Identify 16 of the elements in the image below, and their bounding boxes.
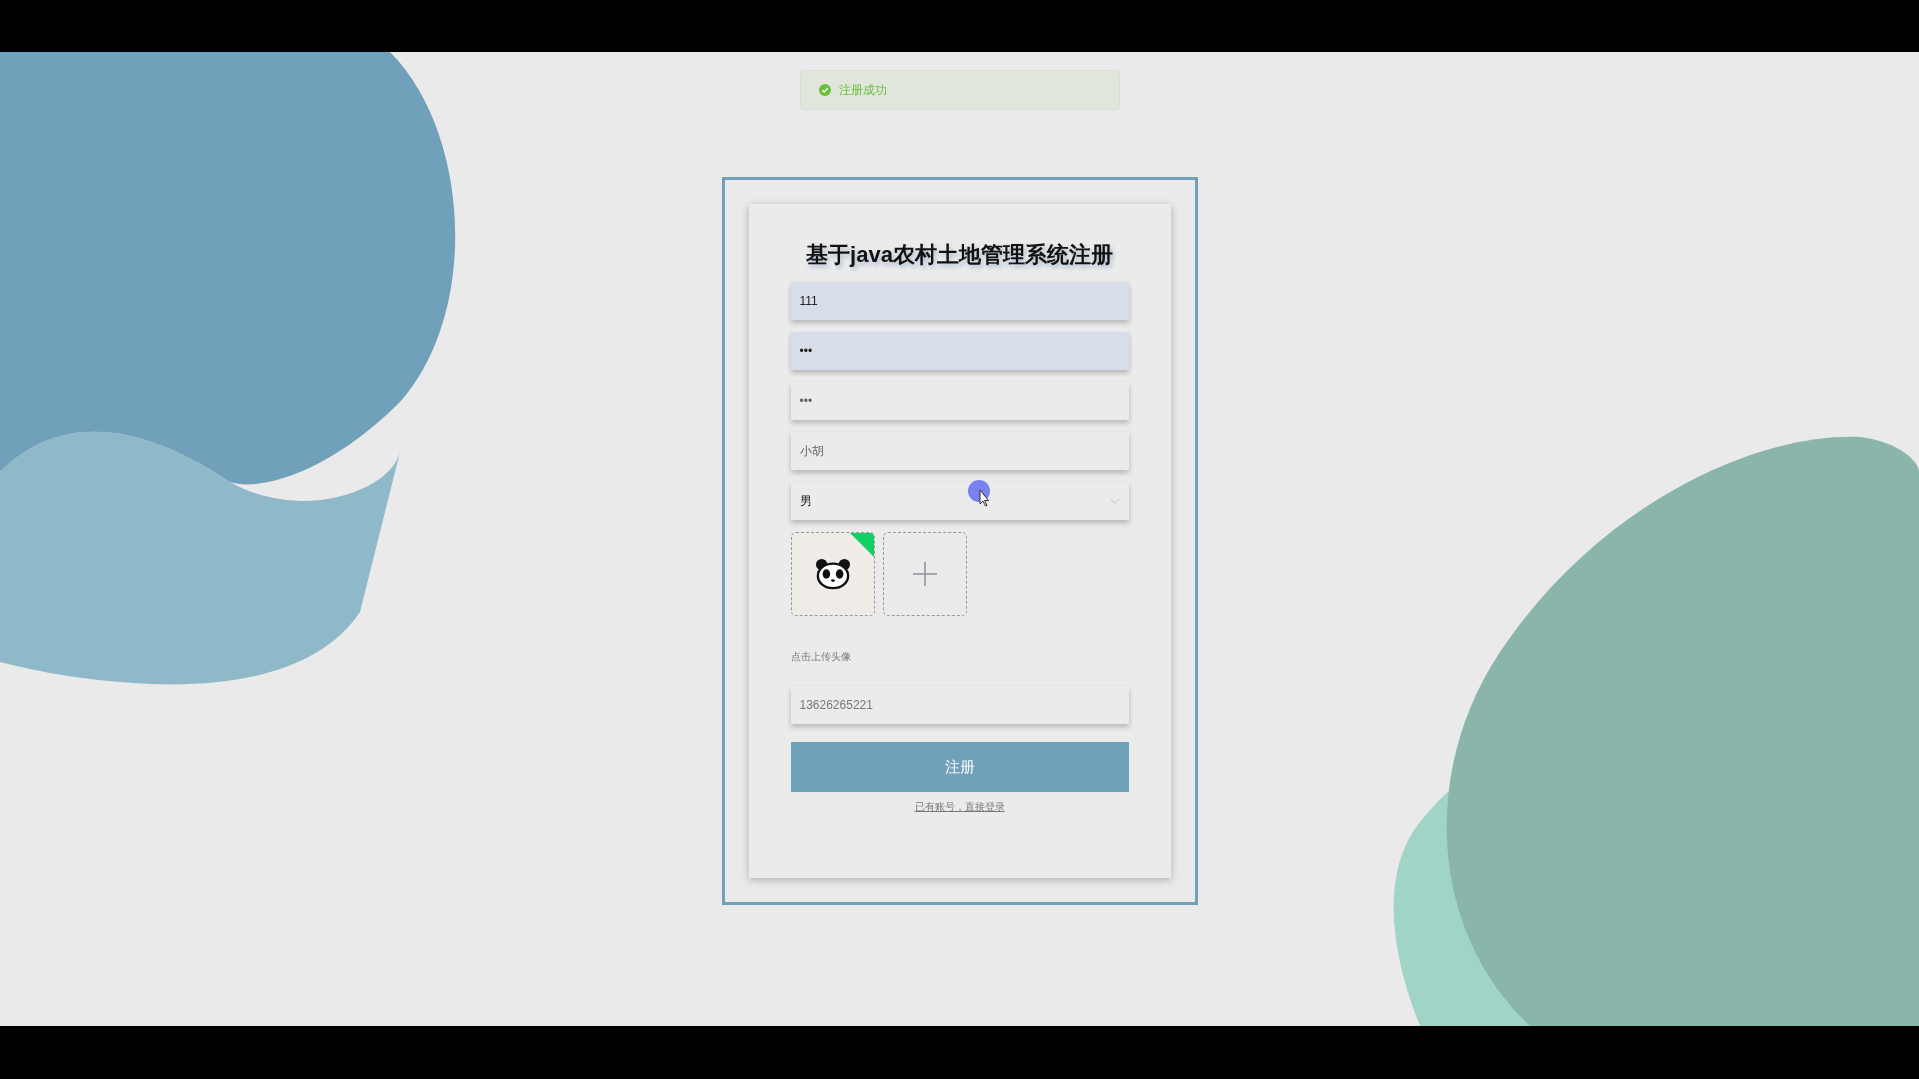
caret-icon (1109, 497, 1120, 505)
avatar-thumbnail[interactable] (790, 532, 875, 616)
success-corner-icon (849, 533, 874, 557)
input-field[interactable]: 111 (790, 282, 1129, 320)
panda-icon (813, 557, 852, 591)
input-field[interactable]: ••• (790, 332, 1129, 370)
input-field[interactable]: ••• (790, 382, 1129, 420)
check-circle-icon (818, 84, 831, 96)
form-title: 基于java农村土地管理系统注册 (806, 241, 1113, 269)
input-field[interactable]: 小胡 (790, 432, 1129, 470)
login-link[interactable]: 已有账号，直接登录 (914, 800, 1005, 814)
phone-field[interactable]: 13626265221 (790, 686, 1129, 724)
gender-select[interactable]: 男 (790, 482, 1129, 520)
upload-hint: 点击上传头像 (790, 650, 852, 664)
toast-message: 注册成功 (838, 81, 887, 99)
plus-icon (912, 562, 937, 586)
